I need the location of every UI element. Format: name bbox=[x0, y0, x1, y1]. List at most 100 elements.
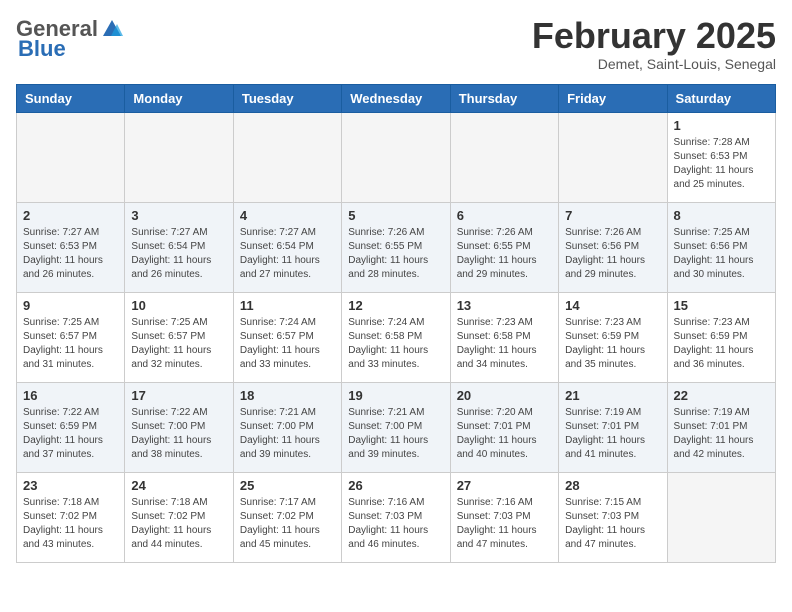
weekday-header: Tuesday bbox=[233, 84, 341, 112]
day-info: Sunrise: 7:27 AM Sunset: 6:53 PM Dayligh… bbox=[23, 226, 118, 282]
day-number: 5 bbox=[348, 208, 443, 223]
day-number: 26 bbox=[348, 478, 443, 493]
day-number: 28 bbox=[565, 478, 660, 493]
calendar-day-cell: 22 Sunrise: 7:19 AM Sunset: 7:01 PM Dayli… bbox=[667, 382, 775, 472]
day-number: 1 bbox=[674, 118, 769, 133]
calendar-day-cell: 13 Sunrise: 7:23 AM Sunset: 6:58 PM Dayli… bbox=[450, 292, 558, 382]
calendar-day-cell: 12 Sunrise: 7:24 AM Sunset: 6:58 PM Dayli… bbox=[342, 292, 450, 382]
day-info: Sunrise: 7:15 AM Sunset: 7:03 PM Dayligh… bbox=[565, 496, 660, 552]
day-number: 13 bbox=[457, 298, 552, 313]
calendar-day-cell: 15Sunrise: 7:23 AM Sunset: 6:59 PM Dayli… bbox=[667, 292, 775, 382]
calendar-day-cell: 9 Sunrise: 7:25 AM Sunset: 6:57 PM Daylig… bbox=[17, 292, 125, 382]
day-number: 24 bbox=[131, 478, 226, 493]
day-info: Sunrise: 7:24 AM Sunset: 6:58 PM Dayligh… bbox=[348, 316, 443, 372]
page-header: General Blue February 2025 Demet, Saint-… bbox=[16, 16, 776, 72]
calendar-day-cell: 27 Sunrise: 7:16 AM Sunset: 7:03 PM Dayli… bbox=[450, 472, 558, 562]
day-number: 14 bbox=[565, 298, 660, 313]
calendar-week-row: 1Sunrise: 7:28 AM Sunset: 6:53 PM Daylig… bbox=[17, 112, 776, 202]
calendar-week-row: 9 Sunrise: 7:25 AM Sunset: 6:57 PM Daylig… bbox=[17, 292, 776, 382]
day-info: Sunrise: 7:21 AM Sunset: 7:00 PM Dayligh… bbox=[240, 406, 335, 462]
day-info: Sunrise: 7:24 AM Sunset: 6:57 PM Dayligh… bbox=[240, 316, 335, 372]
day-info: Sunrise: 7:26 AM Sunset: 6:55 PM Dayligh… bbox=[457, 226, 552, 282]
title-block: February 2025 Demet, Saint-Louis, Senega… bbox=[532, 16, 776, 72]
weekday-header-row: SundayMondayTuesdayWednesdayThursdayFrid… bbox=[17, 84, 776, 112]
day-info: Sunrise: 7:22 AM Sunset: 6:59 PM Dayligh… bbox=[23, 406, 118, 462]
day-info: Sunrise: 7:18 AM Sunset: 7:02 PM Dayligh… bbox=[131, 496, 226, 552]
day-info: Sunrise: 7:23 AM Sunset: 6:59 PM Dayligh… bbox=[674, 316, 769, 372]
weekday-header: Friday bbox=[559, 84, 667, 112]
day-number: 6 bbox=[457, 208, 552, 223]
calendar-day-cell: 2 Sunrise: 7:27 AM Sunset: 6:53 PM Daylig… bbox=[17, 202, 125, 292]
day-info: Sunrise: 7:27 AM Sunset: 6:54 PM Dayligh… bbox=[131, 226, 226, 282]
calendar-day-cell bbox=[125, 112, 233, 202]
weekday-header: Monday bbox=[125, 84, 233, 112]
calendar-day-cell: 7Sunrise: 7:26 AM Sunset: 6:56 PM Daylig… bbox=[559, 202, 667, 292]
day-info: Sunrise: 7:18 AM Sunset: 7:02 PM Dayligh… bbox=[23, 496, 118, 552]
day-info: Sunrise: 7:16 AM Sunset: 7:03 PM Dayligh… bbox=[348, 496, 443, 552]
day-number: 7 bbox=[565, 208, 660, 223]
calendar-day-cell bbox=[233, 112, 341, 202]
location-subtitle: Demet, Saint-Louis, Senegal bbox=[532, 56, 776, 72]
calendar-day-cell bbox=[17, 112, 125, 202]
calendar-day-cell: 28 Sunrise: 7:15 AM Sunset: 7:03 PM Dayli… bbox=[559, 472, 667, 562]
day-info: Sunrise: 7:26 AM Sunset: 6:55 PM Dayligh… bbox=[348, 226, 443, 282]
day-info: Sunrise: 7:20 AM Sunset: 7:01 PM Dayligh… bbox=[457, 406, 552, 462]
calendar-day-cell: 23 Sunrise: 7:18 AM Sunset: 7:02 PM Dayli… bbox=[17, 472, 125, 562]
calendar-day-cell: 14 Sunrise: 7:23 AM Sunset: 6:59 PM Dayli… bbox=[559, 292, 667, 382]
day-number: 10 bbox=[131, 298, 226, 313]
calendar-day-cell: 10 Sunrise: 7:25 AM Sunset: 6:57 PM Dayli… bbox=[125, 292, 233, 382]
calendar-day-cell: 20 Sunrise: 7:20 AM Sunset: 7:01 PM Dayli… bbox=[450, 382, 558, 472]
calendar-day-cell: 3 Sunrise: 7:27 AM Sunset: 6:54 PM Daylig… bbox=[125, 202, 233, 292]
day-info: Sunrise: 7:22 AM Sunset: 7:00 PM Dayligh… bbox=[131, 406, 226, 462]
day-number: 11 bbox=[240, 298, 335, 313]
day-number: 19 bbox=[348, 388, 443, 403]
day-number: 3 bbox=[131, 208, 226, 223]
day-info: Sunrise: 7:25 AM Sunset: 6:57 PM Dayligh… bbox=[23, 316, 118, 372]
logo-icon bbox=[101, 18, 123, 40]
calendar-week-row: 16Sunrise: 7:22 AM Sunset: 6:59 PM Dayli… bbox=[17, 382, 776, 472]
weekday-header: Saturday bbox=[667, 84, 775, 112]
calendar-day-cell: 4Sunrise: 7:27 AM Sunset: 6:54 PM Daylig… bbox=[233, 202, 341, 292]
calendar-day-cell: 1Sunrise: 7:28 AM Sunset: 6:53 PM Daylig… bbox=[667, 112, 775, 202]
calendar-day-cell: 26 Sunrise: 7:16 AM Sunset: 7:03 PM Dayli… bbox=[342, 472, 450, 562]
calendar-day-cell: 16Sunrise: 7:22 AM Sunset: 6:59 PM Dayli… bbox=[17, 382, 125, 472]
calendar-day-cell: 5 Sunrise: 7:26 AM Sunset: 6:55 PM Daylig… bbox=[342, 202, 450, 292]
calendar-day-cell bbox=[559, 112, 667, 202]
calendar-day-cell bbox=[450, 112, 558, 202]
day-info: Sunrise: 7:25 AM Sunset: 6:57 PM Dayligh… bbox=[131, 316, 226, 372]
calendar-day-cell: 19 Sunrise: 7:21 AM Sunset: 7:00 PM Dayli… bbox=[342, 382, 450, 472]
day-info: Sunrise: 7:23 AM Sunset: 6:59 PM Dayligh… bbox=[565, 316, 660, 372]
calendar-week-row: 23 Sunrise: 7:18 AM Sunset: 7:02 PM Dayli… bbox=[17, 472, 776, 562]
calendar-day-cell: 21Sunrise: 7:19 AM Sunset: 7:01 PM Dayli… bbox=[559, 382, 667, 472]
day-number: 12 bbox=[348, 298, 443, 313]
day-info: Sunrise: 7:16 AM Sunset: 7:03 PM Dayligh… bbox=[457, 496, 552, 552]
calendar-day-cell: 6 Sunrise: 7:26 AM Sunset: 6:55 PM Daylig… bbox=[450, 202, 558, 292]
day-number: 2 bbox=[23, 208, 118, 223]
day-number: 22 bbox=[674, 388, 769, 403]
day-number: 23 bbox=[23, 478, 118, 493]
weekday-header: Thursday bbox=[450, 84, 558, 112]
day-info: Sunrise: 7:23 AM Sunset: 6:58 PM Dayligh… bbox=[457, 316, 552, 372]
day-info: Sunrise: 7:25 AM Sunset: 6:56 PM Dayligh… bbox=[674, 226, 769, 282]
day-number: 8 bbox=[674, 208, 769, 223]
day-number: 18 bbox=[240, 388, 335, 403]
month-title: February 2025 bbox=[532, 16, 776, 56]
logo: General Blue bbox=[16, 16, 123, 62]
day-info: Sunrise: 7:21 AM Sunset: 7:00 PM Dayligh… bbox=[348, 406, 443, 462]
calendar-day-cell: 11 Sunrise: 7:24 AM Sunset: 6:57 PM Dayli… bbox=[233, 292, 341, 382]
logo-blue-text: Blue bbox=[18, 36, 66, 62]
calendar-day-cell: 18 Sunrise: 7:21 AM Sunset: 7:00 PM Dayli… bbox=[233, 382, 341, 472]
day-number: 20 bbox=[457, 388, 552, 403]
calendar-day-cell: 17 Sunrise: 7:22 AM Sunset: 7:00 PM Dayli… bbox=[125, 382, 233, 472]
calendar-day-cell: 25Sunrise: 7:17 AM Sunset: 7:02 PM Dayli… bbox=[233, 472, 341, 562]
day-info: Sunrise: 7:19 AM Sunset: 7:01 PM Dayligh… bbox=[674, 406, 769, 462]
day-number: 25 bbox=[240, 478, 335, 493]
day-number: 9 bbox=[23, 298, 118, 313]
day-number: 17 bbox=[131, 388, 226, 403]
calendar-day-cell: 8 Sunrise: 7:25 AM Sunset: 6:56 PM Daylig… bbox=[667, 202, 775, 292]
calendar-day-cell bbox=[667, 472, 775, 562]
calendar-day-cell: 24 Sunrise: 7:18 AM Sunset: 7:02 PM Dayli… bbox=[125, 472, 233, 562]
weekday-header: Sunday bbox=[17, 84, 125, 112]
day-number: 4 bbox=[240, 208, 335, 223]
day-number: 27 bbox=[457, 478, 552, 493]
